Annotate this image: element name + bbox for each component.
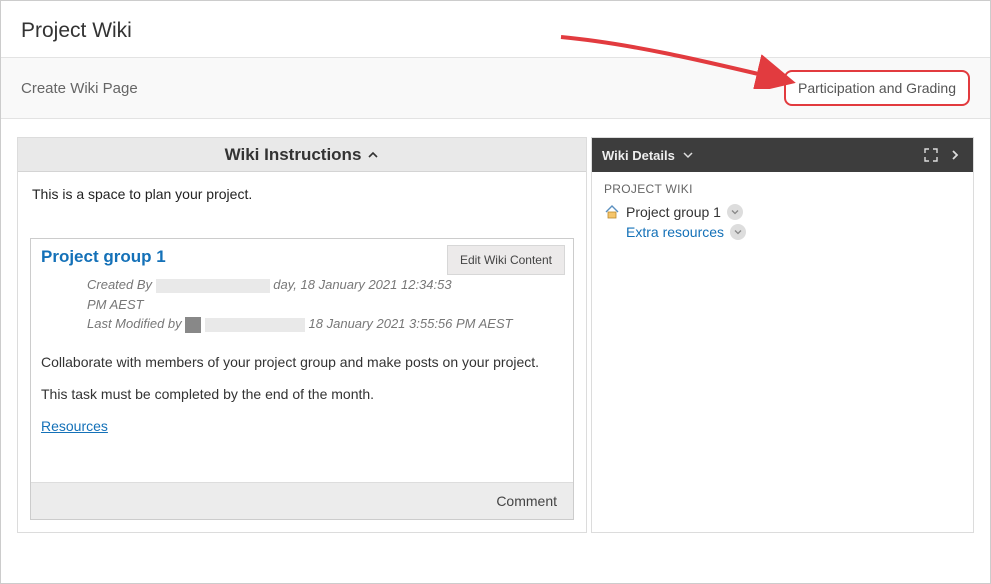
details-section-label: PROJECT WIKI [604,182,961,196]
wiki-details-header[interactable]: Wiki Details [592,138,973,172]
redacted-name [170,279,270,293]
instructions-heading-text: Wiki Instructions [225,145,362,165]
modified-by-date: 18 January 2021 3:55:56 PM AEST [309,316,513,331]
instructions-intro: This is a space to plan your project. [30,184,574,238]
created-by-date: day, 18 January 2021 12:34:53 [273,277,451,292]
expand-icon[interactable] [923,147,939,163]
modified-by-label: Last Modified by [87,316,182,331]
tree-child-menu-icon[interactable] [730,224,746,240]
create-wiki-link[interactable]: Create Wiki Page [21,80,138,97]
title-bar: Project Wiki [1,1,990,58]
tree-row-root[interactable]: Project group 1 [604,204,961,220]
resources-link[interactable]: Resources [41,418,108,434]
app-window: Project Wiki Create Wiki Page Participat… [0,0,991,584]
participation-grading-button[interactable]: Participation and Grading [784,70,970,106]
content-row: Wiki Instructions This is a space to pla… [1,119,990,549]
tree-root-menu-icon[interactable] [727,204,743,220]
redacted-name-2 [205,318,305,332]
tree-row-child[interactable]: Extra resources [604,224,961,240]
comment-button[interactable]: Comment [496,493,557,509]
chevron-right-icon[interactable] [947,147,963,163]
instructions-panel: Wiki Instructions This is a space to pla… [17,137,587,533]
wiki-page-meta: Created By day, 18 January 2021 12:34:53… [87,275,563,334]
edit-wiki-content-button[interactable]: Edit Wiki Content [447,245,565,275]
action-bar: Create Wiki Page Participation and Gradi… [1,58,990,119]
redacted-avatar [156,279,170,293]
created-by-label: Created By [87,277,152,292]
tree-root-label: Project group 1 [626,204,721,220]
wiki-page-body: Collaborate with members of your project… [41,354,563,402]
instructions-body: This is a space to plan your project. Pr… [18,172,586,532]
avatar-icon [185,317,201,333]
wiki-details-heading: Wiki Details [602,148,675,163]
body-paragraph-1: Collaborate with members of your project… [41,354,563,370]
chevron-up-icon [367,149,379,161]
wiki-details-panel: Wiki Details PROJECT WIKI [591,137,974,533]
comment-bar: Comment [31,482,573,519]
tree-child-label[interactable]: Extra resources [626,224,724,240]
created-by-tz: PM AEST [87,295,563,315]
home-icon [604,204,620,220]
wiki-page-card: Project group 1 Edit Wiki Content Create… [30,238,574,520]
wiki-details-body: PROJECT WIKI Project group 1 Extra res [592,172,973,254]
page-title: Project Wiki [21,19,970,43]
chevron-down-icon [683,150,693,160]
instructions-header[interactable]: Wiki Instructions [18,138,586,172]
body-paragraph-2: This task must be completed by the end o… [41,386,563,402]
